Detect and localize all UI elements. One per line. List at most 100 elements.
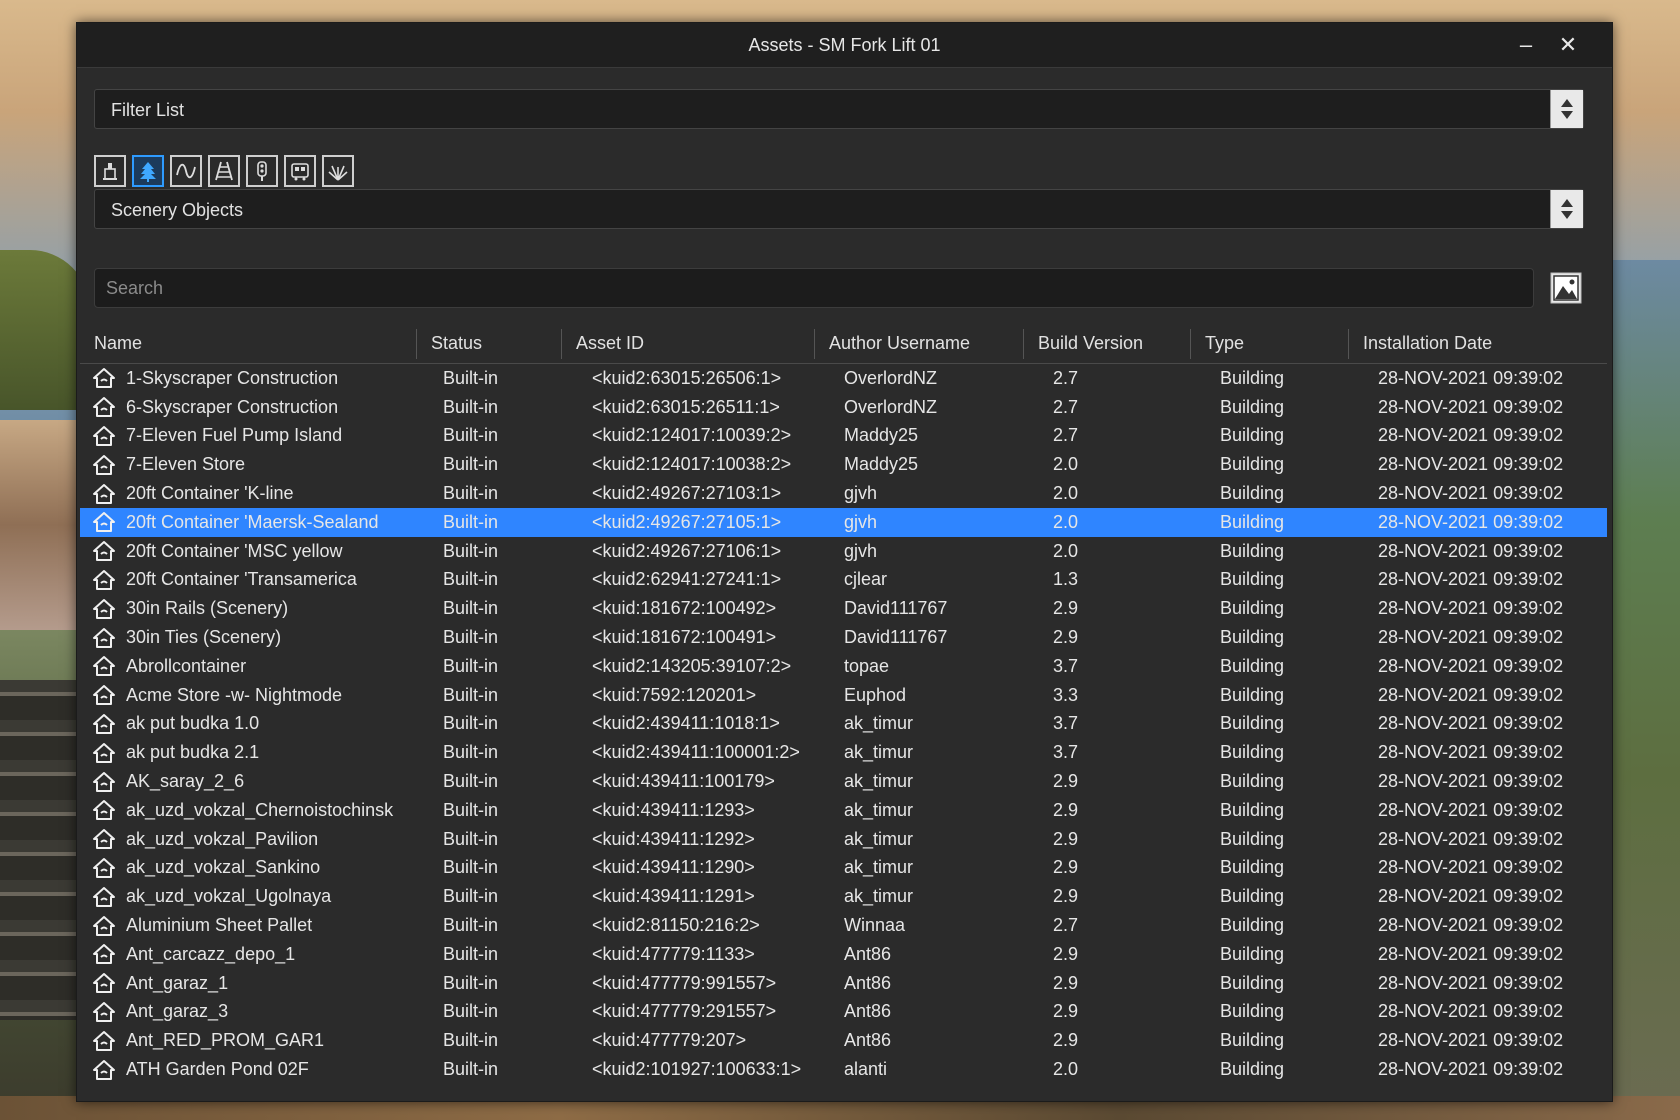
table-row[interactable]: 20ft Container 'Transamerica Built-in <kui… (80, 566, 1607, 595)
row-name: ak_uzd_vokzal_Ugolnaya (126, 886, 332, 907)
row-date: 28-NOV-2021 09:39:02 (1378, 396, 1564, 417)
row-name-cell: Ant_carcazz_depo_1 (80, 943, 417, 965)
table-row[interactable]: Aluminium Sheet Pallet Built-in <kuid2:811… (80, 911, 1607, 940)
row-name: ak put budka 1.0 (126, 713, 260, 734)
background-building (0, 420, 82, 630)
building-icon (92, 598, 116, 620)
table-row[interactable]: 30in Ties (Scenery) Built-in <kuid:181672:… (80, 623, 1607, 652)
row-author: Ant86 (844, 1001, 892, 1022)
category-select[interactable]: Scenery Objects (94, 189, 1584, 229)
row-type: Building (1220, 799, 1285, 820)
filter-list-spinner[interactable] (1550, 90, 1583, 128)
grass-icon[interactable] (322, 155, 354, 187)
row-status: Built-in (443, 569, 499, 590)
row-build: 2.0 (1053, 483, 1079, 504)
column-header-installation-date[interactable]: Installation Date (1349, 323, 1607, 363)
row-name-cell: Acme Store -w- Nightmode (80, 684, 417, 706)
row-author: Winnaa (844, 915, 906, 936)
column-header-status[interactable]: Status (417, 323, 562, 363)
table-row[interactable]: Acme Store -w- Nightmode Built-in <kuid:75… (80, 681, 1607, 710)
table-row[interactable]: 20ft Container 'MSC yellow Built-in <kuid2… (80, 537, 1607, 566)
table-row[interactable]: Ant_garaz_1 Built-in <kuid:477779:991557> A… (80, 969, 1607, 998)
image-preview-icon[interactable] (1549, 271, 1583, 305)
row-date: 28-NOV-2021 09:39:02 (1378, 684, 1564, 705)
tree-icon[interactable] (132, 155, 164, 187)
column-header-type[interactable]: Type (1191, 323, 1349, 363)
table-row[interactable]: 6-Skyscraper Construction Built-in <kuid2:… (80, 393, 1607, 422)
building-icon (92, 1001, 116, 1023)
row-build: 2.7 (1053, 425, 1079, 446)
table-row[interactable]: ak_uzd_vokzal_Chernoistochinsk Built-in <k… (80, 796, 1607, 825)
row-type: Building (1220, 425, 1285, 446)
building-icon (92, 569, 116, 591)
row-date: 28-NOV-2021 09:39:02 (1378, 742, 1564, 763)
row-type: Building (1220, 483, 1285, 504)
building-icon (92, 511, 116, 533)
row-date: 28-NOV-2021 09:39:02 (1378, 454, 1564, 475)
row-asset-id: <kuid2:63015:26511:1> (592, 396, 780, 417)
signal-icon[interactable] (246, 155, 278, 187)
row-status: Built-in (443, 511, 499, 532)
row-status: Built-in (443, 857, 499, 878)
row-build: 1.3 (1053, 569, 1079, 590)
row-author: OverlordNZ (844, 396, 938, 417)
table-row[interactable]: Ant_RED_PROM_GAR1 Built-in <kuid:477779:20… (80, 1026, 1607, 1055)
table-row[interactable]: ak_uzd_vokzal_Sankino Built-in <kuid:43941… (80, 854, 1607, 883)
column-header-asset-id[interactable]: Asset ID (562, 323, 815, 363)
filter-list-select[interactable]: Filter List (94, 89, 1584, 129)
table-row[interactable]: ak put budka 1.0 Built-in <kuid2:439411:10… (80, 710, 1607, 739)
row-author: ak_timur (844, 713, 914, 734)
row-build: 2.0 (1053, 1059, 1079, 1080)
track-icon[interactable] (208, 155, 240, 187)
table-row[interactable]: ATH Garden Pond 02F Built-in <kuid2:101927… (80, 1055, 1607, 1084)
row-status: Built-in (443, 943, 499, 964)
row-author: gjvh (844, 540, 878, 561)
table-row[interactable]: 30in Rails (Scenery) Built-in <kuid:181672… (80, 594, 1607, 623)
category-spinner[interactable] (1550, 190, 1583, 228)
column-header-name[interactable]: Name (80, 323, 417, 363)
row-status: Built-in (443, 828, 499, 849)
row-date: 28-NOV-2021 09:39:02 (1378, 511, 1564, 532)
table-row[interactable]: Ant_garaz_3 Built-in <kuid:477779:291557> A… (80, 998, 1607, 1027)
table-body: 1-Skyscraper Construction Built-in <kuid2:… (80, 364, 1607, 1084)
row-name: Acme Store -w- Nightmode (126, 684, 343, 705)
locomotive-icon[interactable] (94, 155, 126, 187)
building-icon (92, 1030, 116, 1052)
table-row[interactable]: 1-Skyscraper Construction Built-in <kuid2:… (80, 364, 1607, 393)
table-row[interactable]: 7-Eleven Fuel Pump Island Built-in <kuid2:… (80, 422, 1607, 451)
minimize-button[interactable]: – (1506, 23, 1546, 67)
row-author: ak_timur (844, 799, 914, 820)
row-status: Built-in (443, 627, 499, 648)
row-name-cell: 20ft Container 'Transamerica (80, 569, 417, 591)
table-row[interactable]: 20ft Container 'K-line Built-in <kuid2:492… (80, 479, 1607, 508)
table-header: Name Status Asset ID Author Username Bui… (80, 323, 1607, 364)
row-name: ak_uzd_vokzal_Pavilion (126, 828, 319, 849)
table-row[interactable]: 7-Eleven Store Built-in <kuid2:124017:1003… (80, 450, 1607, 479)
table-row[interactable]: ak put budka 2.1 Built-in <kuid2:439411:10… (80, 738, 1607, 767)
row-author: cjlear (844, 569, 888, 590)
row-asset-id: <kuid2:49267:27106:1> (592, 540, 782, 561)
column-header-build-version[interactable]: Build Version (1024, 323, 1191, 363)
table-row[interactable]: ak_uzd_vokzal_Pavilion Built-in <kuid:4394… (80, 825, 1607, 854)
table-row[interactable]: 20ft Container 'Maersk-Sealand Built-in <k… (80, 507, 1607, 537)
title-bar[interactable]: Assets - SM Fork Lift 01 – ✕ (77, 23, 1612, 68)
table-row[interactable]: ak_uzd_vokzal_Ugolnaya Built-in <kuid:4394… (80, 882, 1607, 911)
row-name-cell: 30in Rails (Scenery) (80, 598, 417, 620)
row-name: Ant_carcazz_depo_1 (126, 943, 296, 964)
row-name-cell: Ant_garaz_3 (80, 1001, 417, 1023)
table-row[interactable]: Abrollcontainer Built-in <kuid2:143205:391… (80, 652, 1607, 681)
column-header-author[interactable]: Author Username (815, 323, 1024, 363)
train-car-icon[interactable] (284, 155, 316, 187)
row-name-cell: Aluminium Sheet Pallet (80, 915, 417, 937)
row-name-cell: 30in Ties (Scenery) (80, 627, 417, 649)
row-status: Built-in (443, 799, 499, 820)
row-author: ak_timur (844, 742, 914, 763)
table-row[interactable]: Ant_carcazz_depo_1 Built-in <kuid:477779:1… (80, 940, 1607, 969)
close-button[interactable]: ✕ (1548, 23, 1588, 67)
table-row[interactable]: AK_saray_2_6 Built-in <kuid:439411:100179>… (80, 767, 1607, 796)
row-status: Built-in (443, 1030, 499, 1051)
search-input[interactable] (94, 268, 1534, 308)
row-author: gjvh (844, 483, 878, 504)
row-name-cell: ak_uzd_vokzal_Ugolnaya (80, 886, 417, 908)
spline-icon[interactable] (170, 155, 202, 187)
